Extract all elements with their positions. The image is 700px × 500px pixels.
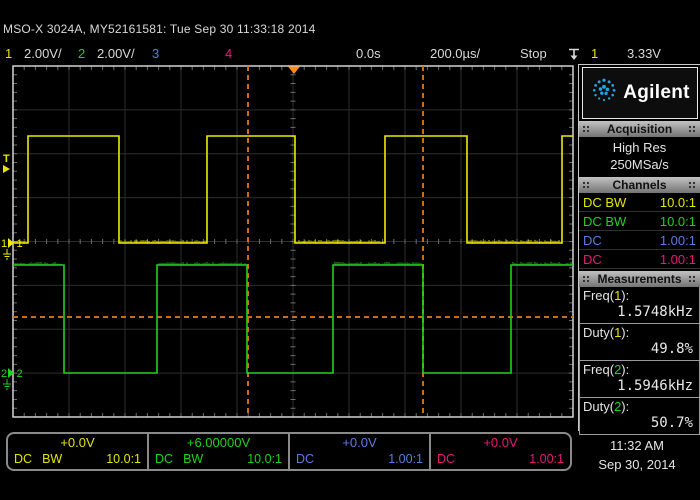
ch1-bw-label: BW xyxy=(42,452,62,467)
measurement-row-duty1[interactable]: Duty(1): 49.8% xyxy=(580,323,699,360)
oscilloscope-screen: MSO-X 3024A, MY52161581: Tue Sep 30 11:3… xyxy=(0,0,700,500)
acquisition-mode: High Res xyxy=(579,139,700,156)
meas-suffix: ): xyxy=(621,325,629,340)
clock: 11:32 AM Sep 30, 2014 xyxy=(578,436,696,474)
ch3-offset: +0.0V xyxy=(296,435,423,450)
ch2-offset: +6.00000V xyxy=(155,435,282,450)
sample-rate: 250MSa/s xyxy=(579,156,700,173)
ch4-status-button[interactable]: 4 xyxy=(225,46,232,61)
ch3-probe-ratio: 1.00:1 xyxy=(660,233,696,248)
ch4-settings-box[interactable]: +0.0V DC 1.00:1 xyxy=(431,434,570,469)
drag-grip-icon xyxy=(688,275,697,284)
meas-suffix: ): xyxy=(621,288,629,303)
meas-name: Duty( xyxy=(583,399,614,414)
meas-name: Freq( xyxy=(583,362,614,377)
drag-grip-icon xyxy=(582,181,591,190)
measurements-header[interactable]: Measurements xyxy=(579,271,700,287)
drag-grip-icon xyxy=(688,181,697,190)
channels-header-label: Channels xyxy=(612,178,666,192)
ch2-coupling: DC BW xyxy=(583,214,626,229)
channel-row-3[interactable]: DC 1.00:1 xyxy=(579,231,700,250)
scope-background xyxy=(0,64,578,431)
ground-marker-label-2[interactable]: 2 xyxy=(1,368,7,380)
ch2-status-button[interactable]: 2 xyxy=(78,46,85,61)
scope-graticule: T 11 22 xyxy=(0,64,578,431)
agilent-starburst-icon xyxy=(590,77,618,110)
time-reference[interactable]: 0.0s xyxy=(356,46,381,61)
ch1-probe-ratio: 10.0:1 xyxy=(660,195,696,210)
side-panel: Agilent Acquisition High Res 250MSa/s Ch… xyxy=(578,65,700,431)
brand-name: Agilent xyxy=(623,82,690,104)
measurement-row-freq1[interactable]: Freq(1): 1.5748kHz xyxy=(580,287,699,323)
ch2-coupling-label: DC xyxy=(155,452,173,467)
status-bar: 1 2.00V/ 2 2.00V/ 3 4 0.0s 200.0µs/ Stop… xyxy=(0,45,700,64)
channels-header[interactable]: Channels xyxy=(579,177,700,193)
meas-name: Freq( xyxy=(583,288,614,303)
channel-row-1[interactable]: DC BW 10.0:1 xyxy=(579,193,700,212)
ch4-probe-ratio: 1.00:1 xyxy=(660,252,696,267)
drag-grip-icon xyxy=(688,125,697,134)
meas-suffix: ): xyxy=(621,399,629,414)
ch2-scale[interactable]: 2.00V/ xyxy=(97,46,135,61)
ch3-coupling-label: DC xyxy=(296,452,314,467)
ch3-status-button[interactable]: 3 xyxy=(152,46,159,61)
trigger-icon xyxy=(568,48,580,64)
measurement-row-freq2[interactable]: Freq(2): 1.5946kHz xyxy=(580,360,699,397)
brand-box: Agilent xyxy=(582,67,698,119)
measurements-list: Freq(1): 1.5748kHz Duty(1): 49.8% Freq(2… xyxy=(579,287,700,435)
ch1-status-button[interactable]: 1 xyxy=(5,46,12,61)
meas-value: 1.5748kHz xyxy=(583,304,696,321)
waveform-display: T 11 22 xyxy=(0,64,578,431)
drag-grip-icon xyxy=(582,125,591,134)
ch2-probe-ratio: 10.0:1 xyxy=(660,214,696,229)
ch1-probe-label: 10.0:1 xyxy=(106,452,141,467)
meas-suffix: ): xyxy=(621,362,629,377)
ground-marker-label-1[interactable]: 1 xyxy=(1,238,7,250)
ch2-probe-label: 10.0:1 xyxy=(247,452,282,467)
ch2-bw-label: BW xyxy=(183,452,203,467)
ch1-coupling: DC BW xyxy=(583,195,626,210)
meas-name: Duty( xyxy=(583,325,614,340)
ch4-probe-label: 1.00:1 xyxy=(529,452,564,467)
ch3-probe-label: 1.00:1 xyxy=(388,452,423,467)
trigger-source[interactable]: 1 xyxy=(591,46,598,61)
ch1-scale[interactable]: 2.00V/ xyxy=(24,46,62,61)
clock-time: 11:32 AM xyxy=(578,436,696,455)
channel-row-4[interactable]: DC 1.00:1 xyxy=(579,250,700,269)
ch1-offset: +0.0V xyxy=(14,435,141,450)
run-state[interactable]: Stop xyxy=(520,46,547,61)
ch4-offset: +0.0V xyxy=(437,435,564,450)
ch3-coupling: DC xyxy=(583,233,602,248)
meas-value: 50.7% xyxy=(583,415,696,432)
trigger-level-marker[interactable]: T xyxy=(3,153,10,165)
channel-label-2: 2 xyxy=(17,368,23,380)
meas-value: 49.8% xyxy=(583,341,696,358)
channel-label-1: 1 xyxy=(17,238,23,250)
measurements-header-label: Measurements xyxy=(597,272,681,286)
drag-grip-icon xyxy=(582,275,591,284)
acquisition-header-label: Acquisition xyxy=(607,122,672,136)
channel-settings-bar: +0.0V DC BW 10.0:1 +6.00000V DC BW 10.0:1 +0… xyxy=(6,432,572,471)
ch1-coupling-label: DC xyxy=(14,452,32,467)
ch2-settings-box[interactable]: +6.00000V DC BW 10.0:1 xyxy=(149,434,290,469)
ch3-settings-box[interactable]: +0.0V DC 1.00:1 xyxy=(290,434,431,469)
channel-row-2[interactable]: DC BW 10.0:1 xyxy=(579,212,700,231)
measurement-row-duty2[interactable]: Duty(2): 50.7% xyxy=(580,397,699,434)
acquisition-info: High Res 250MSa/s xyxy=(579,137,700,175)
timebase-setting[interactable]: 200.0µs/ xyxy=(430,46,480,61)
meas-value: 1.5946kHz xyxy=(583,378,696,395)
trigger-level-value[interactable]: 3.33V xyxy=(627,46,661,61)
ch1-settings-box[interactable]: +0.0V DC BW 10.0:1 xyxy=(8,434,149,469)
ch4-coupling-label: DC xyxy=(437,452,455,467)
clock-date: Sep 30, 2014 xyxy=(578,455,696,474)
window-title: MSO-X 3024A, MY52161581: Tue Sep 30 11:3… xyxy=(3,22,315,36)
acquisition-header[interactable]: Acquisition xyxy=(579,121,700,137)
ch4-coupling: DC xyxy=(583,252,602,267)
